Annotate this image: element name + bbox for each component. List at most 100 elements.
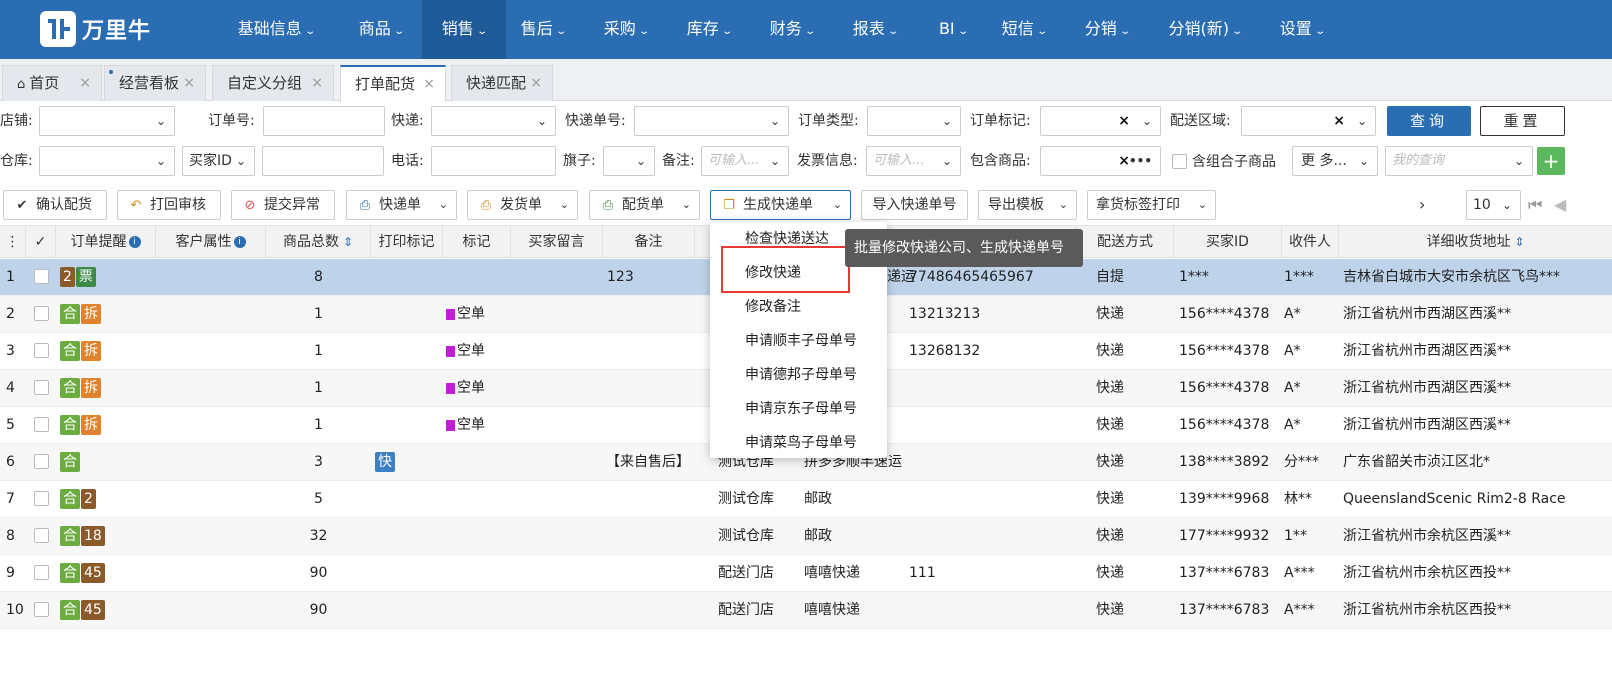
menu-item[interactable]: 申请菜鸟子母单号 xyxy=(710,426,887,460)
back-review-button[interactable]: ↶ 打回审核 xyxy=(117,190,221,220)
sort-icon[interactable]: ⇕ xyxy=(343,235,353,249)
combo-checkbox[interactable] xyxy=(1172,154,1187,169)
row-checkbox[interactable] xyxy=(34,269,49,284)
my-query-select[interactable]: 我的查询 ⌄ xyxy=(1385,146,1533,176)
clear-icon[interactable]: × xyxy=(1333,107,1345,135)
col-ship-method[interactable]: 配送方式 xyxy=(1077,226,1174,258)
row-checkbox[interactable] xyxy=(34,380,49,395)
pick-sheet-button[interactable]: ⎙ 配货单 ⌄ xyxy=(589,190,700,220)
table-row[interactable]: 10 合 45 90 配送门店 嘻嘻快递 快递 137****6783 A*** 浙江省杭州市余杭… xyxy=(0,592,1612,629)
col-address[interactable]: 详细收货地址 ⇕ xyxy=(1339,226,1612,258)
menu-item[interactable]: 申请德邦子母单号 xyxy=(710,358,887,392)
reset-button[interactable]: 重置 xyxy=(1480,106,1565,136)
close-icon[interactable]: × xyxy=(311,66,323,100)
nav-item[interactable]: 库存 ⌄ xyxy=(673,0,745,59)
nav-item[interactable]: 报表 ⌄ xyxy=(839,0,911,59)
table-row[interactable]: 8 合 18 32 测试仓库 邮政 快递 177****9932 1** 浙江省杭州市余杭区西溪*… xyxy=(0,518,1612,555)
warehouse-select[interactable]: ⌄ xyxy=(39,146,175,176)
row-checkbox[interactable] xyxy=(34,343,49,358)
flag-select[interactable]: ⌄ xyxy=(603,146,655,176)
nav-item[interactable]: 财务 ⌄ xyxy=(756,0,828,59)
row-checkbox[interactable] xyxy=(34,417,49,432)
row-checkbox[interactable] xyxy=(34,565,49,580)
menu-item[interactable]: 修改备注 xyxy=(710,290,887,324)
ship-sheet-button[interactable]: ⎙ 发货单 ⌄ xyxy=(467,190,578,220)
brand-logo[interactable]: 万里牛 xyxy=(40,11,151,47)
add-query-button[interactable]: + xyxy=(1537,147,1565,175)
buyer-id-input[interactable] xyxy=(262,146,384,176)
page-size-select[interactable]: 10 ⌄ xyxy=(1466,190,1521,220)
nav-item[interactable]: 销售 ⌄ xyxy=(422,0,506,59)
nav-item[interactable]: 采购 ⌄ xyxy=(590,0,662,59)
express-select[interactable]: ⌄ xyxy=(431,106,556,136)
select-all-checkbox[interactable]: ✓ xyxy=(26,226,56,258)
phone-input[interactable] xyxy=(431,146,556,176)
buyer-id-select[interactable]: 买家ID ⌄ xyxy=(182,146,255,176)
row-checkbox[interactable] xyxy=(34,602,49,617)
tab-express-match[interactable]: 快递匹配 × xyxy=(451,65,553,101)
label-print-button[interactable]: 拿货标签打印 ⌄ xyxy=(1087,190,1216,220)
row-checkbox[interactable] xyxy=(34,306,49,321)
col-receiver[interactable]: 收件人 xyxy=(1282,226,1339,258)
nav-item[interactable]: BI ⌄ xyxy=(922,0,984,59)
order-mark-select[interactable]: × ⌄ xyxy=(1040,106,1161,136)
nav-item[interactable]: 售后 ⌄ xyxy=(507,0,579,59)
query-button[interactable]: 查询 xyxy=(1387,106,1471,136)
express-sheet-button[interactable]: ⎙ 快递单 ⌄ xyxy=(346,190,457,220)
col-customer-attr[interactable]: 客户属性 i xyxy=(156,226,266,258)
brand-name: 万里牛 xyxy=(82,19,152,44)
shop-select[interactable]: ⌄ xyxy=(39,106,175,136)
first-page-icon[interactable]: ⏮ xyxy=(1528,190,1542,220)
info-icon[interactable]: i xyxy=(128,236,141,248)
prev-page-icon[interactable]: ◀ xyxy=(1554,190,1566,220)
col-buyer-msg[interactable]: 买家留言 xyxy=(511,226,603,258)
express-no-select[interactable]: ⌄ xyxy=(634,106,789,136)
order-type-select[interactable]: ⌄ xyxy=(867,106,961,136)
col-mark[interactable]: 标记 xyxy=(443,226,511,258)
nav-item[interactable]: 商品 ⌄ xyxy=(343,0,419,59)
clear-icon[interactable]: × xyxy=(1118,107,1130,135)
menu-item[interactable]: 申请顺丰子母单号 xyxy=(710,324,887,358)
confirm-pick-button[interactable]: ✔ 确认配货 xyxy=(3,190,107,220)
export-template-button[interactable]: 导出模板 ⌄ xyxy=(978,190,1077,220)
close-icon[interactable]: × xyxy=(423,67,435,101)
tab-dashboard[interactable]: 经营看板 × xyxy=(104,65,206,101)
close-icon[interactable]: × xyxy=(183,66,195,100)
order-no-input[interactable] xyxy=(263,106,385,136)
tab-print-pick[interactable]: 打单配货 × xyxy=(340,65,446,102)
nav-item[interactable]: 分销 ⌄ xyxy=(1071,0,1143,59)
generate-express-button[interactable]: ❐ 生成快递单 ⌄ xyxy=(710,190,851,220)
contains-goods-select[interactable]: × ••• xyxy=(1040,146,1161,176)
tab-home[interactable]: ⌂ 首页 × xyxy=(2,65,102,101)
close-icon[interactable]: × xyxy=(79,66,91,100)
col-buyer-id[interactable]: 买家ID xyxy=(1174,226,1282,258)
table-row[interactable]: 9 合 45 90 配送门店 嘻嘻快递 111 快递 137****6783 A*** 浙江省杭州市… xyxy=(0,555,1612,592)
col-remark[interactable]: 备注 xyxy=(603,226,695,258)
more-dots-icon[interactable]: ••• xyxy=(1129,147,1152,175)
invoice-select[interactable]: 可输入... ⌄ xyxy=(866,146,961,176)
info-icon[interactable]: i xyxy=(233,236,246,248)
tab-custom-group[interactable]: 自定义分组 × xyxy=(212,65,334,101)
remark-select[interactable]: 可输入... ⌄ xyxy=(701,146,789,176)
col-print-mark[interactable]: 打印标记 xyxy=(371,226,443,258)
submit-abnormal-button[interactable]: ⊘ 提交异常 xyxy=(231,190,335,220)
nav-item[interactable]: 基础信息 ⌄ xyxy=(226,0,326,59)
row-checkbox[interactable] xyxy=(34,491,49,506)
sort-icon[interactable]: ⇕ xyxy=(1514,235,1524,249)
nav-item[interactable]: 短信 ⌄ xyxy=(988,0,1060,59)
close-icon[interactable]: × xyxy=(530,66,542,100)
row-checkbox[interactable] xyxy=(34,528,49,543)
menu-item[interactable]: 申请京东子母单号 xyxy=(710,392,887,426)
import-express-no-button[interactable]: 导入快递单号 xyxy=(861,190,968,220)
nav-item[interactable]: 设置 ⌄ xyxy=(1264,0,1340,59)
more-select[interactable]: 更 多... ⌄ xyxy=(1292,146,1378,176)
column-menu-icon[interactable]: ⋮ xyxy=(0,226,26,258)
row-checkbox[interactable] xyxy=(34,454,49,469)
col-qty[interactable]: 商品总数 ⇕ xyxy=(266,226,371,258)
chevron-down-icon: ⌄ xyxy=(1141,114,1152,128)
next-page-icon[interactable]: › xyxy=(1419,190,1425,220)
table-row[interactable]: 7 合 2 5 测试仓库 邮政 快递 139****9968 林** QueenslandScen… xyxy=(0,481,1612,518)
delivery-area-select[interactable]: × ⌄ xyxy=(1241,106,1376,136)
nav-item[interactable]: 分销(新) ⌄ xyxy=(1154,0,1256,59)
col-order-remind[interactable]: 订单提醒 i xyxy=(56,226,156,258)
